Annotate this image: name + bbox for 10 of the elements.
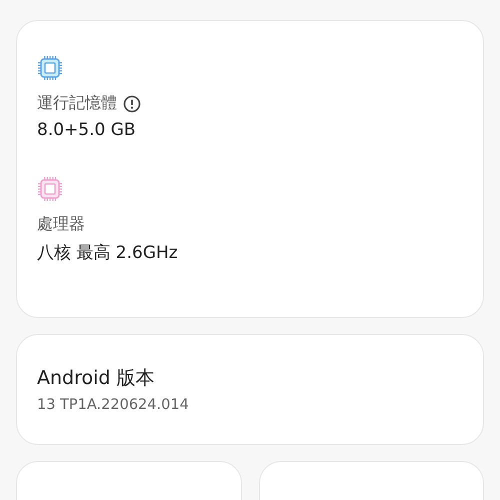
info-icon[interactable] — [123, 94, 141, 112]
spec-value: 8.0+5.0 GB — [37, 120, 136, 140]
memory-chip-icon — [37, 55, 63, 81]
spec-value: 八核 最高 2.6GHz — [37, 242, 178, 264]
spec-label: 處理器 — [37, 214, 85, 235]
processor-chip-icon — [37, 176, 63, 202]
android-version-value: 13 TP1A.220624.014 — [37, 397, 189, 413]
spec-label: 運行記憶體 — [37, 93, 117, 114]
android-version-title: Android 版本 — [37, 366, 154, 391]
android-version-card[interactable]: Android 版本 13 TP1A.220624.014 — [16, 334, 484, 445]
